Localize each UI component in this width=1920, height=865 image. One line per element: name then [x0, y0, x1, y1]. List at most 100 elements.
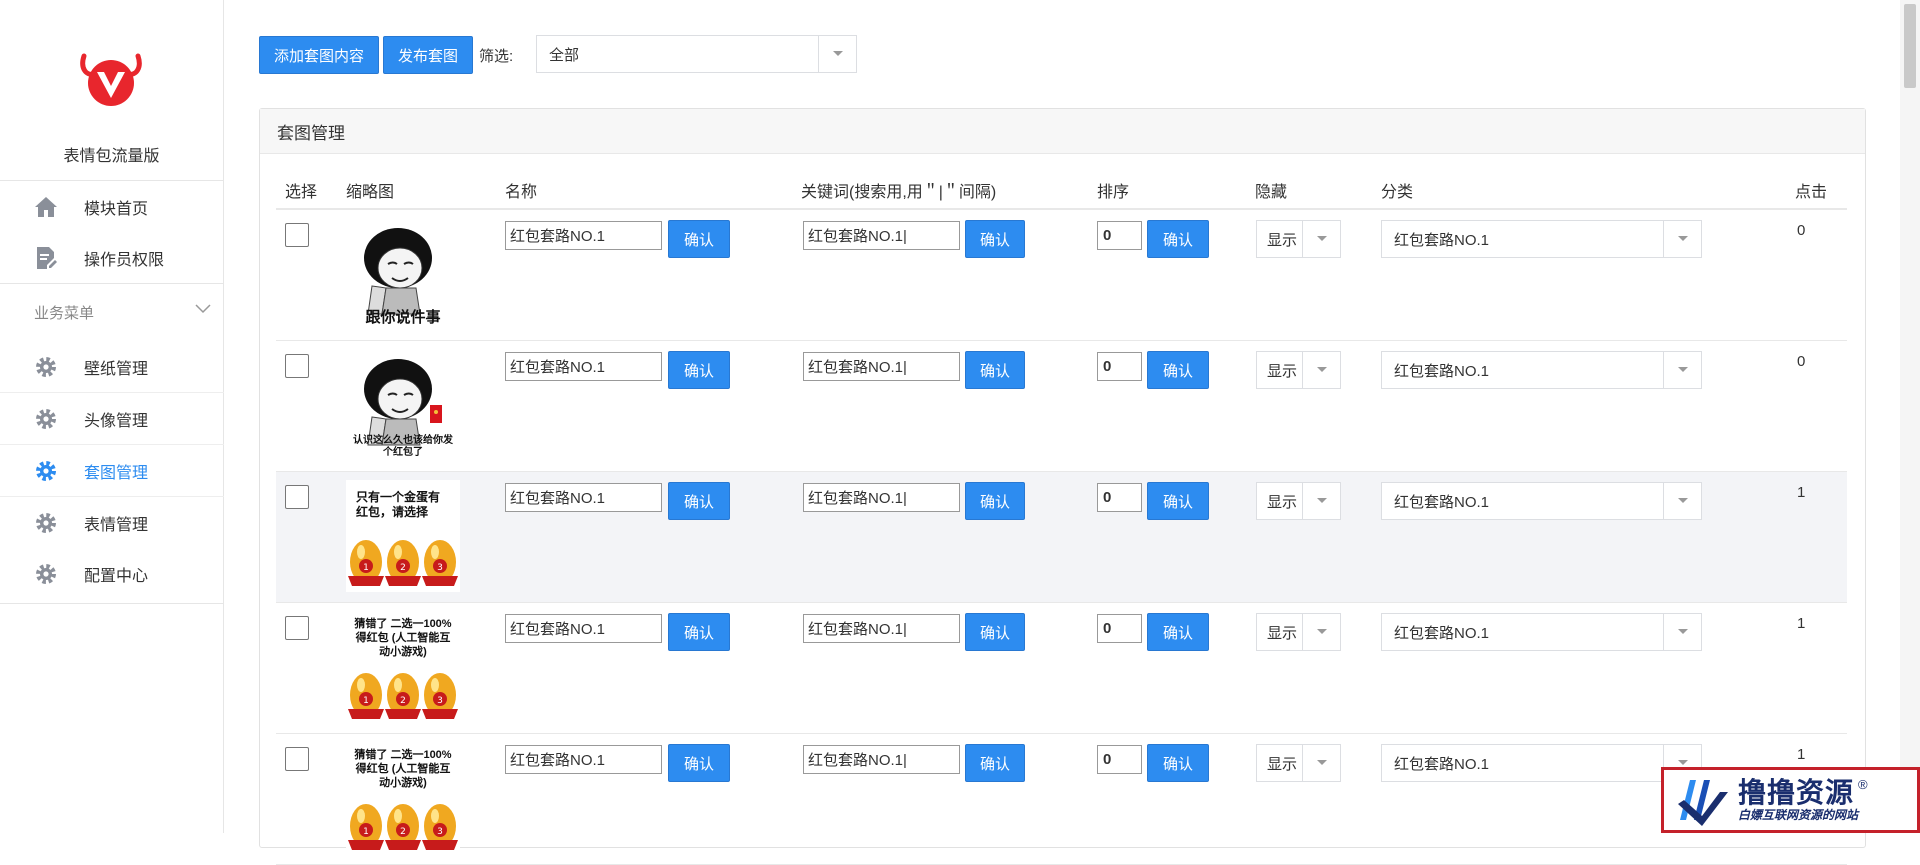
hidden-select[interactable]: 显示 — [1256, 744, 1341, 782]
thumbnail-caption: 只有一个金蛋有红包，请选择 — [356, 490, 441, 519]
sidebar-item-avatar[interactable]: 头像管理 — [0, 393, 223, 444]
confirm-sort-button[interactable]: 确认 — [1147, 351, 1209, 389]
hidden-select[interactable]: 显示 — [1256, 351, 1341, 389]
page-scrollbar[interactable] — [1900, 0, 1920, 833]
sort-input[interactable]: 0 — [1097, 352, 1142, 381]
sidebar-item-label: 表情管理 — [84, 516, 149, 534]
hidden-select-value: 显示 — [1267, 624, 1298, 642]
row-select-checkbox[interactable] — [285, 354, 309, 378]
gear-icon — [34, 355, 58, 379]
caret-down-icon — [1663, 483, 1701, 519]
logo-area: 表情包流量版 — [0, 0, 223, 181]
column-header-category: 分类 — [1381, 184, 1414, 201]
name-input[interactable]: 红包套路NO.1 — [505, 352, 662, 381]
confirm-sort-button[interactable]: 确认 — [1147, 482, 1209, 520]
brand-name: 表情包流量版 — [63, 148, 160, 165]
category-select-value: 红包套路NO.1 — [1394, 362, 1490, 380]
click-count: 1 — [1797, 615, 1806, 632]
confirm-sort-button[interactable]: 确认 — [1147, 613, 1209, 651]
publish-gallery-button[interactable]: 发布套图 — [383, 36, 474, 74]
name-input[interactable]: 红包套路NO.1 — [505, 221, 662, 250]
sidebar-item-label: 套图管理 — [84, 464, 149, 482]
category-select[interactable]: 红包套路NO.1 — [1381, 613, 1702, 651]
registered-mark: ® — [1858, 777, 1868, 792]
keyword-input[interactable]: 红包套路NO.1| — [803, 614, 960, 643]
chevron-down-icon — [195, 304, 211, 314]
sort-input[interactable]: 0 — [1097, 745, 1142, 774]
confirm-sort-button[interactable]: 确认 — [1147, 220, 1209, 258]
name-input[interactable]: 红包套路NO.1 — [505, 745, 662, 774]
table-row: 认识这么久也该给你发个红包了 红包套路NO.1 确认 红包套路NO.1| 确认 0 确认 显示… — [276, 341, 1847, 472]
name-input[interactable]: 红包套路NO.1 — [505, 483, 662, 512]
toolbar: 添加套图内容 发布套图 筛选: — [259, 35, 527, 75]
category-select[interactable]: 红包套路NO.1 — [1381, 482, 1702, 520]
confirm-name-button[interactable]: 确认 — [668, 351, 730, 389]
confirm-keyword-button[interactable]: 确认 — [965, 613, 1025, 651]
home-icon — [34, 195, 58, 219]
row-select-checkbox[interactable] — [285, 485, 309, 509]
menu-group-business[interactable]: 业务菜单 — [0, 283, 223, 341]
caret-down-icon — [1302, 221, 1340, 257]
confirm-name-button[interactable]: 确认 — [668, 482, 730, 520]
row-select-checkbox[interactable] — [285, 223, 309, 247]
sidebar-item-label: 壁纸管理 — [84, 360, 149, 378]
sidebar-item-gallery[interactable]: 套图管理 — [0, 445, 223, 496]
sidebar-item-config[interactable]: 配置中心 — [0, 548, 223, 599]
golden-eggs-illustration: 1 2 3 — [348, 673, 458, 719]
hidden-select-value: 显示 — [1267, 493, 1298, 511]
row-select-checkbox[interactable] — [285, 747, 309, 771]
watermark-subtitle: 白嫖互联网资源的网站 — [1738, 807, 1859, 822]
confirm-name-button[interactable]: 确认 — [668, 220, 730, 258]
row-select-checkbox[interactable] — [285, 616, 309, 640]
sidebar-item-emoji[interactable]: 表情管理 — [0, 497, 223, 548]
svg-text:1: 1 — [363, 563, 369, 573]
sort-input[interactable]: 0 — [1097, 221, 1142, 250]
svg-text:2: 2 — [400, 696, 406, 706]
sort-input[interactable]: 0 — [1097, 614, 1142, 643]
keyword-input[interactable]: 红包套路NO.1| — [803, 483, 960, 512]
gear-icon — [34, 459, 58, 483]
document-edit-icon — [34, 246, 58, 270]
hidden-select-value: 显示 — [1267, 755, 1298, 773]
filter-select[interactable]: 全部 — [536, 35, 857, 73]
category-select[interactable]: 红包套路NO.1 — [1381, 351, 1702, 389]
confirm-keyword-button[interactable]: 确认 — [965, 744, 1025, 782]
sidebar-item-home[interactable]: 模块首页 — [0, 181, 223, 232]
sidebar-item-label: 头像管理 — [84, 412, 149, 430]
hidden-select[interactable]: 显示 — [1256, 482, 1341, 520]
confirm-keyword-button[interactable]: 确认 — [965, 220, 1025, 258]
caret-down-icon — [1302, 614, 1340, 650]
sidebar-item-label: 操作员权限 — [84, 251, 165, 269]
hidden-select-value: 显示 — [1267, 362, 1298, 380]
svg-text:1: 1 — [363, 696, 369, 706]
hidden-select[interactable]: 显示 — [1256, 220, 1341, 258]
confirm-sort-button[interactable]: 确认 — [1147, 744, 1209, 782]
thumbnail-image: 猜错了 二选一100%得红包 (人工智能互动小游戏) 1 2 3 — [346, 742, 460, 854]
name-input[interactable]: 红包套路NO.1 — [505, 614, 662, 643]
confirm-name-button[interactable]: 确认 — [668, 613, 730, 651]
hidden-select-value: 显示 — [1267, 231, 1298, 249]
click-count: 0 — [1797, 222, 1806, 239]
hidden-select[interactable]: 显示 — [1256, 613, 1341, 651]
category-select[interactable]: 红包套路NO.1 — [1381, 220, 1702, 258]
confirm-keyword-button[interactable]: 确认 — [965, 351, 1025, 389]
click-count: 1 — [1797, 746, 1806, 763]
gear-icon — [34, 407, 58, 431]
sidebar-item-operator-permission[interactable]: 操作员权限 — [0, 232, 223, 283]
sidebar-item-wallpaper[interactable]: 壁纸管理 — [0, 341, 223, 392]
category-select[interactable]: 红包套路NO.1 — [1381, 744, 1702, 782]
category-select-value: 红包套路NO.1 — [1394, 231, 1490, 249]
confirm-name-button[interactable]: 确认 — [668, 744, 730, 782]
caret-down-icon — [1302, 352, 1340, 388]
thumbnail-caption: 猜错了 二选一100%得红包 (人工智能互动小游戏) — [354, 749, 452, 789]
keyword-input[interactable]: 红包套路NO.1| — [803, 352, 960, 381]
scrollbar-thumb[interactable] — [1904, 4, 1916, 88]
keyword-input[interactable]: 红包套路NO.1| — [803, 221, 960, 250]
confirm-keyword-button[interactable]: 确认 — [965, 482, 1025, 520]
caret-down-icon — [1663, 614, 1701, 650]
column-header-hidden: 隐藏 — [1255, 184, 1288, 201]
thumbnail-image: 只有一个金蛋有红包，请选择 1 2 3 — [346, 480, 460, 592]
add-gallery-content-button[interactable]: 添加套图内容 — [259, 36, 380, 74]
keyword-input[interactable]: 红包套路NO.1| — [803, 745, 960, 774]
sort-input[interactable]: 0 — [1097, 483, 1142, 512]
